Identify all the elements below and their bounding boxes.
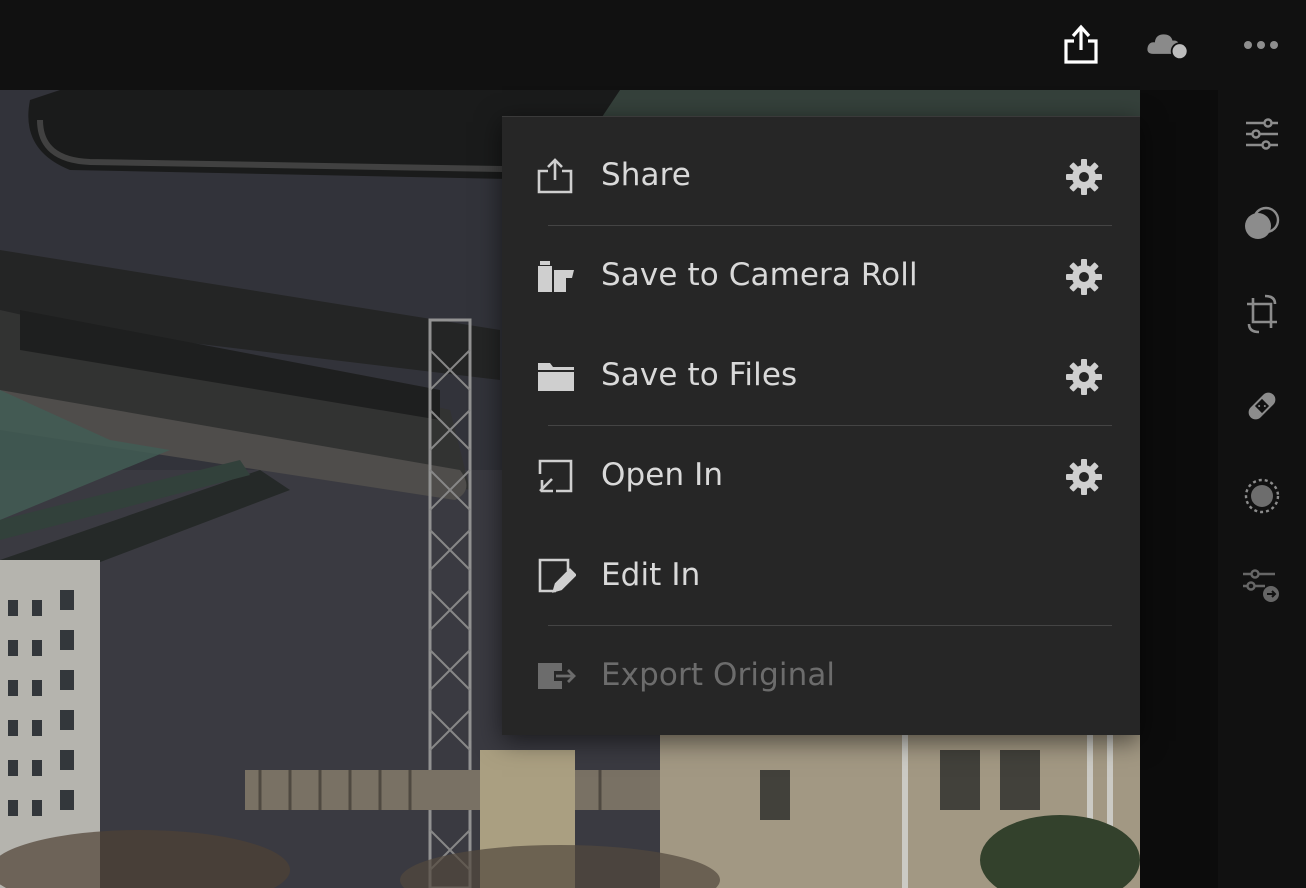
- healing-icon[interactable]: [1240, 384, 1284, 428]
- camera-roll-icon: [536, 259, 578, 293]
- versions-icon[interactable]: [1240, 564, 1284, 608]
- presets-icon[interactable]: [1240, 202, 1284, 246]
- menu-item-save-camera-roll[interactable]: Save to Camera Roll: [502, 225, 1140, 325]
- edit-tools-sidebar: [1218, 90, 1306, 888]
- menu-item-save-files[interactable]: Save to Files: [502, 325, 1140, 425]
- menu-item-edit-in[interactable]: Edit In: [502, 525, 1140, 625]
- menu-item-open-in[interactable]: Open In: [502, 425, 1140, 525]
- cloud-sync-icon[interactable]: [1146, 22, 1192, 68]
- menu-item-share[interactable]: Share: [502, 125, 1140, 225]
- settings-gear-icon[interactable]: [1064, 357, 1104, 397]
- settings-gear-icon[interactable]: [1064, 457, 1104, 497]
- panel-gap: [1140, 90, 1218, 888]
- top-bar: [0, 0, 1306, 90]
- more-icon[interactable]: [1238, 22, 1284, 68]
- export-original-icon: [536, 659, 578, 693]
- menu-item-label: Export Original: [601, 657, 836, 693]
- export-menu: Share Save to Camera Roll Save to Files …: [502, 116, 1140, 735]
- settings-gear-icon[interactable]: [1064, 157, 1104, 197]
- share-icon[interactable]: [1058, 22, 1104, 68]
- menu-item-label: Save to Files: [601, 357, 798, 393]
- menu-item-label: Edit In: [601, 557, 701, 593]
- menu-item-label: Save to Camera Roll: [601, 257, 918, 293]
- selective-icon[interactable]: [1240, 474, 1284, 518]
- share-icon: [536, 158, 578, 194]
- menu-item-export-original: Export Original: [502, 625, 1140, 725]
- settings-gear-icon[interactable]: [1064, 257, 1104, 297]
- edit-in-icon: [536, 558, 578, 593]
- crop-icon[interactable]: [1240, 292, 1284, 336]
- folder-icon: [536, 359, 578, 393]
- menu-item-label: Share: [601, 157, 691, 193]
- open-in-icon: [536, 459, 578, 493]
- adjust-sliders-icon[interactable]: [1240, 112, 1284, 156]
- menu-item-label: Open In: [601, 457, 724, 493]
